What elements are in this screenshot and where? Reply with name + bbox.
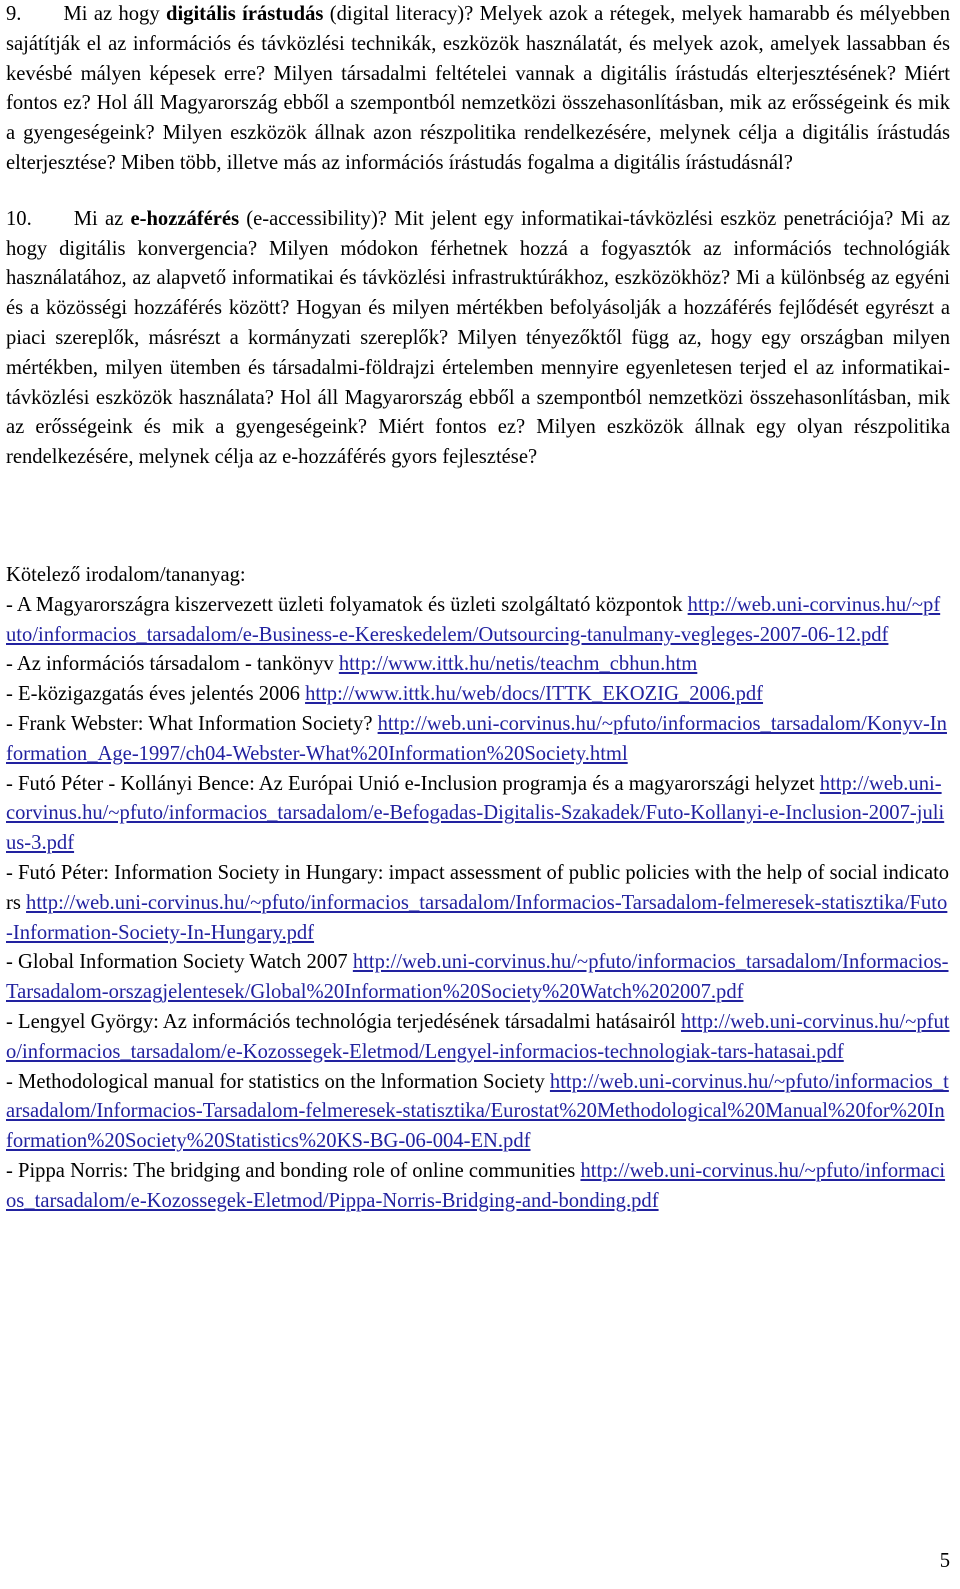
document-page: 9. Mi az hogy digitális írástudás (digita… — [0, 0, 960, 1589]
question-9: 9. Mi az hogy digitális írástudás (digita… — [6, 0, 950, 179]
question-10-number: 10. — [6, 207, 32, 230]
list-item: - Frank Webster: What Information Societ… — [6, 710, 950, 770]
reference-text: - Global Information Society Watch 2007 — [6, 951, 353, 974]
reference-link[interactable]: http://www.ittk.hu/netis/teachm_cbhun.ht… — [339, 653, 697, 675]
reference-text: - Futó Péter - Kollányi Bence: Az Európa… — [6, 772, 820, 795]
list-item: - Futó Péter: Information Society in Hun… — [6, 859, 950, 948]
bibliography-heading: Kötelező irodalom/tananyag: — [6, 563, 246, 586]
page-content: 9. Mi az hogy digitális írástudás (digita… — [6, 0, 950, 1216]
question-9-term: digitális írástudás — [165, 3, 324, 25]
reference-text: - Lengyel György: Az információs technol… — [6, 1010, 681, 1033]
list-item: - A Magyarországra kiszervezett üzleti f… — [6, 591, 950, 651]
reference-text: - A Magyarországra kiszervezett üzleti f… — [6, 593, 688, 616]
reference-text: - E-közigazgatás éves jelentés 2006 — [6, 683, 306, 706]
list-item: - Futó Péter - Kollányi Bence: Az Európa… — [6, 770, 950, 859]
reference-link[interactable]: http://www.ittk.hu/web/docs/ITTK_EKOZIG_… — [305, 683, 763, 705]
reference-link[interactable]: http://web.uni-corvinus.hu/~pfuto/inform… — [6, 892, 947, 944]
list-item: - Lengyel György: Az információs technol… — [6, 1008, 950, 1068]
question-10: 10. Mi az e-hozzáférés (e-accessibility)?… — [6, 205, 950, 473]
reference-text: - Pippa Norris: The bridging and bonding… — [6, 1159, 581, 1182]
list-item: - E-közigazgatás éves jelentés 2006 http… — [6, 680, 950, 710]
reference-text: - Frank Webster: What Information Societ… — [6, 712, 378, 735]
question-10-term: e-hozzáférés — [130, 207, 240, 230]
bibliography-list: - A Magyarországra kiszervezett üzleti f… — [6, 591, 950, 1217]
list-item: - Pippa Norris: The bridging and bonding… — [6, 1157, 950, 1217]
question-9-body: (digital literacy)? Melyek azok a rétege… — [6, 3, 950, 174]
question-10-lead: Mi az — [73, 207, 131, 230]
list-item: - Methodological manual for statistics o… — [6, 1068, 950, 1157]
question-9-lead: Mi az hogy — [63, 3, 166, 25]
question-10-body: (e-accessibility)? Mit jelent egy inform… — [6, 207, 950, 469]
reference-text: - Az információs társadalom - tankönyv — [6, 653, 339, 676]
list-item: - Global Information Society Watch 2007 … — [6, 948, 950, 1008]
reference-text: - Methodological manual for statistics o… — [6, 1070, 550, 1093]
list-item: - Az információs társadalom - tankönyv h… — [6, 650, 950, 680]
question-9-number: 9. — [6, 3, 22, 25]
page-number: 5 — [939, 1550, 950, 1572]
